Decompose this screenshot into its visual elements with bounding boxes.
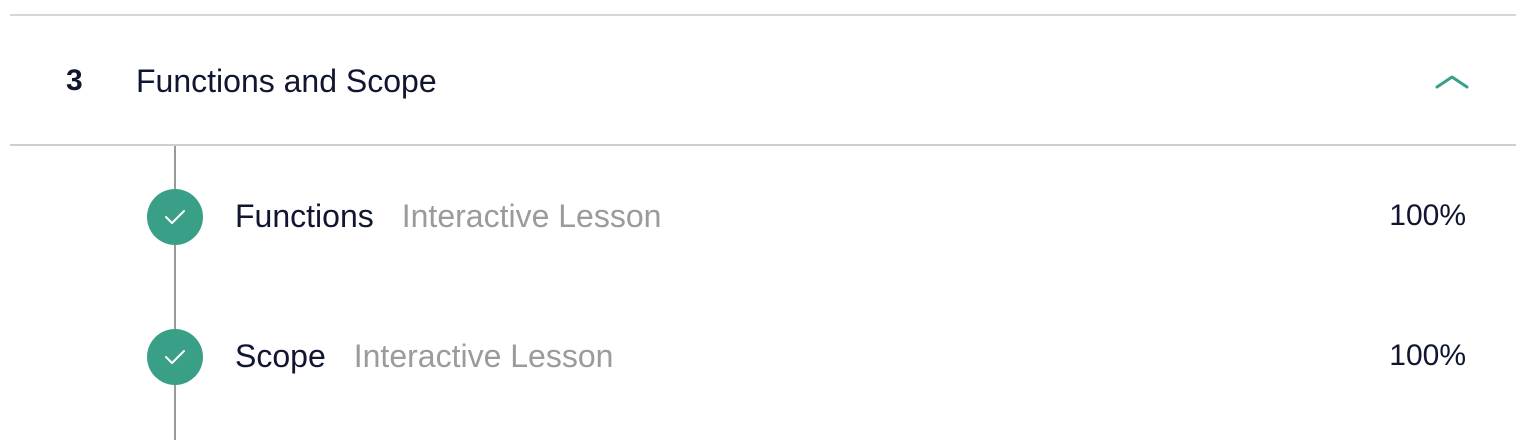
section-number: 3 [66, 64, 83, 97]
lesson-title[interactable]: Scope Interactive Lesson [235, 337, 613, 375]
section-title: Functions and Scope [136, 63, 437, 99]
lesson-row-scope[interactable]: Scope Interactive Lesson 100% [10, 317, 1516, 397]
lesson-progress: 100% [1389, 199, 1466, 232]
chevron-up-icon[interactable] [1432, 66, 1472, 96]
lesson-title-text: Scope [235, 338, 326, 374]
lesson-title-text: Functions [235, 198, 374, 234]
section-divider [10, 144, 1516, 146]
check-icon [165, 210, 185, 224]
section-header[interactable]: 3 Functions and Scope [10, 16, 1516, 144]
lesson-type: Interactive Lesson [401, 198, 662, 234]
lesson-type: Interactive Lesson [353, 338, 614, 374]
completed-badge [147, 329, 203, 385]
check-icon [165, 350, 185, 364]
lesson-progress: 100% [1389, 339, 1466, 372]
lesson-title[interactable]: Functions Interactive Lesson [235, 197, 661, 235]
lesson-row-functions[interactable]: Functions Interactive Lesson 100% [10, 177, 1516, 257]
completed-badge [147, 189, 203, 245]
